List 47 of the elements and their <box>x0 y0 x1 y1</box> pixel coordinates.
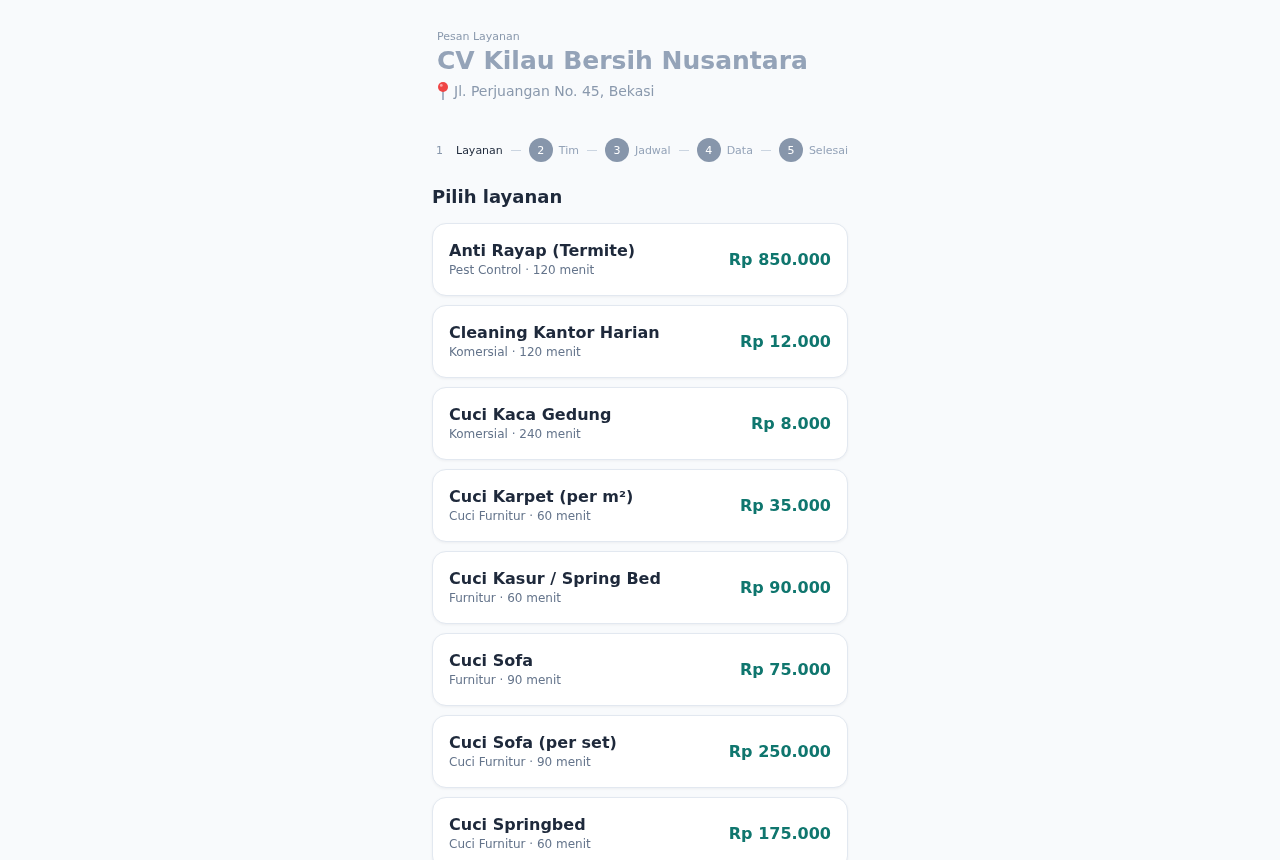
service-name: Cuci Kasur / Spring Bed <box>449 568 661 590</box>
pin-icon <box>437 82 449 100</box>
service-price: Rp 75.000 <box>739 660 831 679</box>
service-name: Cuci Sofa <box>449 650 534 672</box>
service-name: Cleaning Kantor Harian <box>449 322 660 344</box>
service-price: Rp 90.000 <box>739 578 831 597</box>
service-card[interactable]: Cuci Sofa (per set) Cuci Furnitur · 90 menit Rp 250.000 <box>432 715 848 788</box>
service-card[interactable]: Cuci Springbed Cuci Furnitur · 60 menit Rp 175.000 <box>432 797 848 860</box>
step-label: Tim <box>558 143 579 157</box>
step-number: 2 <box>528 138 553 162</box>
service-card[interactable]: Cleaning Kantor Harian Komersial · 120 menit Rp 12.000 <box>432 305 848 378</box>
header-eyebrow: Pesan Layanan <box>437 29 521 45</box>
service-card[interactable]: Cuci Karpet (per m²) Cuci Furnitur · 60 menit Rp 35.000 <box>432 469 848 542</box>
service-meta: Furnitur · 60 menit <box>449 590 562 607</box>
service-meta: Pest Control · 120 menit <box>449 262 596 279</box>
service-meta: Furnitur · 90 menit <box>449 672 561 689</box>
step-number: 3 <box>604 138 629 162</box>
service-price: Rp 250.000 <box>728 742 831 761</box>
service-price: Rp 175.000 <box>728 824 831 843</box>
service-meta: Cuci Furnitur · 60 menit <box>449 836 591 853</box>
service-meta: Cuci Furnitur · 60 menit <box>449 508 592 525</box>
business-name: CV Kilau Bersih Nusantara <box>437 45 809 77</box>
service-card[interactable]: Cuci Kaca Gedung Komersial · 240 menit Rp 8.000 <box>432 387 848 460</box>
step-label: Layanan <box>456 143 503 157</box>
service-name: Cuci Sofa (per set) <box>449 732 617 754</box>
step-label: Selesai <box>808 143 848 157</box>
service-card[interactable]: Anti Rayap (Termite) Pest Control · 120 menit Rp 850.000 <box>432 223 848 296</box>
service-meta: Cuci Furnitur · 90 menit <box>449 754 592 771</box>
step-number: 4 <box>696 138 721 162</box>
service-name: Cuci Kaca Gedung <box>449 404 612 426</box>
step-label: Data <box>726 143 753 157</box>
service-name: Cuci Karpet (per m²) <box>449 486 634 508</box>
step-number: 1 <box>435 142 444 159</box>
service-price: Rp 850.000 <box>728 250 831 269</box>
service-card[interactable]: Cuci Sofa Furnitur · 90 menit Rp 75.000 <box>432 633 848 706</box>
section-heading: Pilih layanan <box>432 185 564 209</box>
service-name: Anti Rayap (Termite) <box>449 240 636 262</box>
service-price: Rp 8.000 <box>751 414 831 433</box>
step-label: Jadwal <box>634 143 671 157</box>
service-card[interactable]: Cuci Kasur / Spring Bed Furnitur · 60 menit Rp 90.000 <box>432 551 848 624</box>
service-meta: Komersial · 240 menit <box>449 426 582 443</box>
service-price: Rp 35.000 <box>739 496 831 515</box>
business-address: Jl. Perjuangan No. 45, Bekasi <box>454 82 655 101</box>
step-number: 5 <box>778 138 803 162</box>
service-name: Cuci Springbed <box>449 814 587 836</box>
service-meta: Komersial · 120 menit <box>449 344 582 361</box>
service-price: Rp 12.000 <box>739 332 831 351</box>
